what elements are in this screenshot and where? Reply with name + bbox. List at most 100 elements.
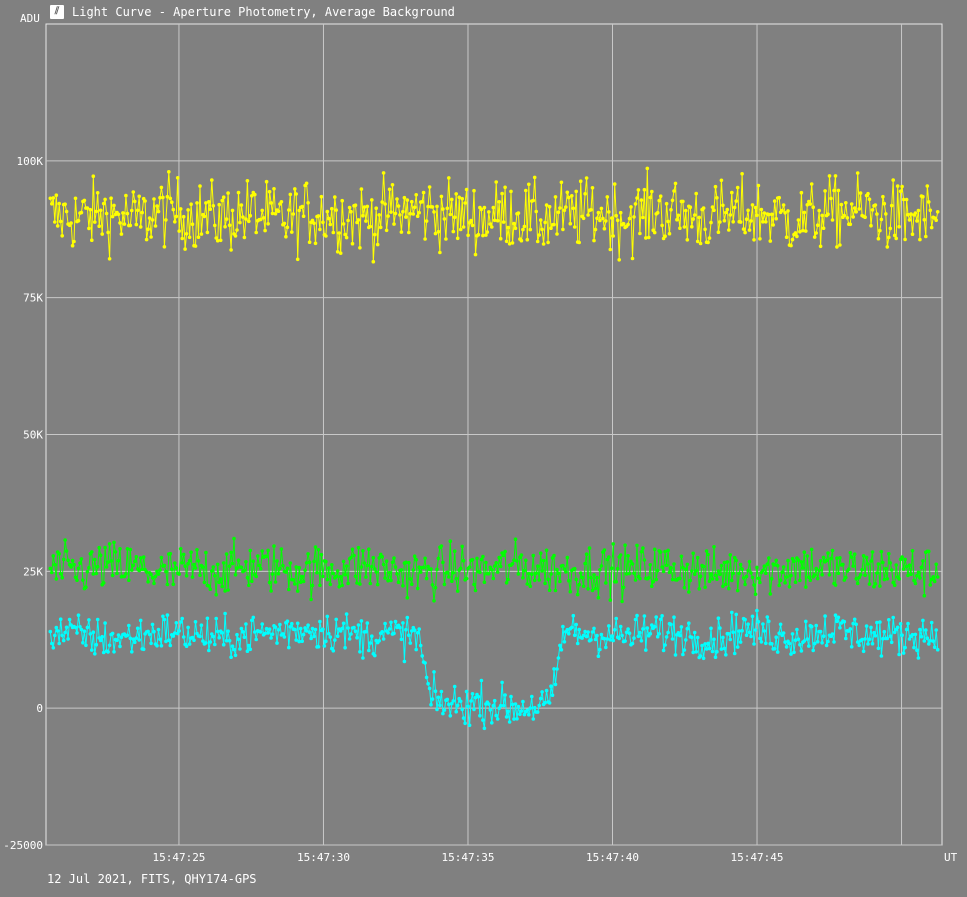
data-point-1 (455, 589, 460, 593)
data-point-0 (858, 191, 863, 195)
data-point-2 (331, 649, 336, 653)
data-point-0 (54, 193, 59, 197)
data-point-2 (792, 650, 796, 655)
data-point-2 (820, 641, 824, 645)
data-point-2 (223, 611, 227, 616)
data-point-1 (802, 550, 807, 554)
data-point-0 (697, 215, 701, 220)
data-point-0 (519, 238, 524, 243)
data-point-0 (527, 182, 531, 187)
data-point-1 (291, 578, 296, 582)
data-point-0 (641, 215, 645, 220)
data-point-2 (652, 624, 657, 629)
data-point-1 (574, 577, 578, 582)
data-point-0 (509, 189, 513, 194)
data-point-0 (774, 216, 778, 221)
data-point-1 (870, 550, 875, 554)
data-point-0 (612, 182, 617, 186)
data-point-0 (479, 207, 484, 212)
data-point-0 (402, 195, 407, 200)
data-point-2 (328, 635, 333, 639)
data-point-1 (876, 562, 881, 566)
data-point-2 (451, 699, 456, 703)
data-point-2 (267, 627, 272, 631)
data-point-2 (420, 654, 425, 658)
data-point-1 (109, 559, 113, 563)
series-line-2 (49, 610, 939, 729)
data-point-1 (51, 554, 56, 558)
data-point-1 (180, 561, 184, 565)
data-point-1 (481, 554, 485, 559)
data-point-0 (58, 219, 63, 224)
y-tick-label: 0 (36, 702, 43, 715)
data-point-2 (617, 636, 621, 641)
data-point-1 (454, 576, 459, 581)
data-point-0 (790, 237, 795, 242)
data-point-0 (721, 203, 725, 208)
data-point-0 (929, 225, 934, 230)
data-point-2 (85, 625, 90, 630)
data-point-0 (290, 230, 294, 234)
data-point-1 (682, 585, 687, 590)
data-point-0 (881, 194, 885, 199)
data-point-0 (387, 187, 392, 192)
data-point-1 (93, 557, 97, 562)
data-point-2 (458, 699, 463, 704)
data-point-0 (383, 202, 387, 206)
data-point-2 (755, 608, 759, 613)
data-point-0 (635, 196, 639, 200)
data-point-1 (604, 581, 608, 585)
data-point-0 (614, 213, 618, 218)
data-point-1 (506, 577, 510, 582)
data-point-0 (537, 233, 541, 237)
data-point-2 (861, 649, 866, 654)
data-point-2 (82, 629, 87, 633)
data-point-0 (744, 217, 749, 221)
data-point-0 (374, 206, 379, 210)
data-point-0 (854, 210, 858, 214)
data-point-1 (695, 555, 700, 560)
data-point-2 (571, 613, 576, 618)
data-point-1 (873, 582, 878, 586)
data-point-0 (556, 210, 561, 214)
data-point-2 (549, 684, 553, 688)
data-point-0 (895, 184, 900, 188)
data-point-2 (290, 621, 294, 626)
data-point-1 (384, 559, 389, 563)
data-point-1 (651, 579, 655, 584)
data-point-2 (57, 641, 61, 646)
data-point-0 (805, 203, 810, 207)
data-point-2 (137, 638, 141, 642)
data-point-2 (415, 631, 420, 635)
data-point-2 (127, 623, 131, 628)
data-point-0 (79, 210, 84, 215)
data-point-1 (858, 572, 863, 577)
data-point-0 (531, 198, 536, 203)
data-point-0 (264, 179, 269, 184)
light-curve-chart[interactable]: -25000 0 25K 50K 75K 100K 15:47:25 15:47:30 15:4… (0, 0, 967, 897)
data-point-0 (202, 214, 207, 219)
data-point-2 (463, 721, 467, 726)
data-point-0 (781, 203, 786, 207)
data-point-0 (63, 202, 67, 206)
data-point-1 (590, 588, 595, 593)
data-point-0 (297, 208, 302, 213)
data-point-0 (229, 248, 233, 252)
data-point-0 (451, 229, 456, 234)
data-point-0 (198, 184, 202, 188)
data-point-2 (181, 635, 186, 639)
data-point-2 (282, 635, 287, 639)
data-point-1 (464, 576, 469, 581)
data-point-1 (901, 567, 906, 571)
data-point-1 (824, 558, 829, 563)
data-point-1 (552, 553, 556, 558)
data-point-1 (415, 586, 420, 591)
data-point-2 (654, 615, 658, 619)
data-point-0 (276, 209, 281, 213)
data-point-0 (906, 212, 910, 217)
data-point-1 (304, 561, 309, 565)
data-point-2 (835, 619, 839, 624)
data-point-2 (435, 707, 439, 712)
data-point-0 (152, 197, 156, 201)
data-point-0 (220, 198, 224, 203)
